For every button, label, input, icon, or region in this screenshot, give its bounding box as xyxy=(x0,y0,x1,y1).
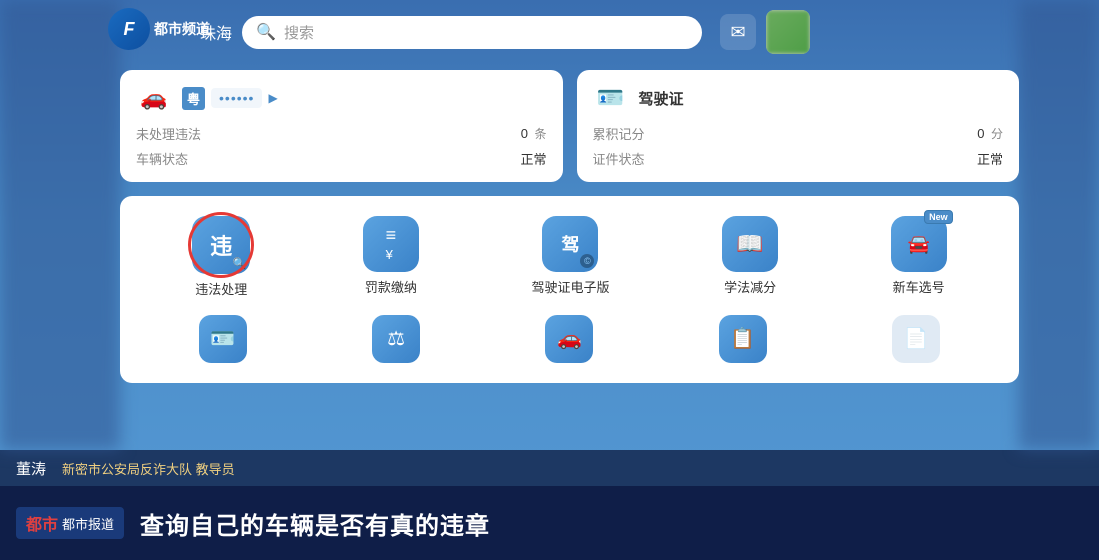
mail-icon[interactable]: ✉ xyxy=(720,14,756,50)
elicense-c-badge: © xyxy=(580,254,594,268)
headline-bar: 都市 都市报道 查询自己的车辆是否有真的违章 xyxy=(0,486,1099,560)
car-icon: 🚗 xyxy=(136,84,172,112)
avatar xyxy=(766,10,810,54)
license-status-value: 正常 xyxy=(977,149,1003,168)
license-status-row: 证件状态 正常 xyxy=(593,149,1004,168)
license-status-label: 证件状态 xyxy=(593,149,645,168)
partial-icon-2: ⚖ xyxy=(372,315,420,363)
func-item-violation[interactable]: 违 🔍 违法处理 xyxy=(192,216,250,299)
func-item-partial-3[interactable]: 🚗 xyxy=(545,315,593,363)
partial-icon-4: 📋 xyxy=(719,315,767,363)
bottom-bar: 董涛 新密市公安局反诈大队 教导员 都市 都市报道 查询自己的车辆是否有真的违章 xyxy=(0,450,1099,560)
violation-icon-text: 违 xyxy=(210,229,232,261)
cards-row: 🚗 粤 •••••• ▶ 未处理违法 0 条 xyxy=(100,70,1039,182)
fine-icon-text: ≡¥ xyxy=(386,226,397,262)
search-bar[interactable]: 🔍 搜索 xyxy=(242,16,702,49)
partial-icon-1: 🪪 xyxy=(199,315,247,363)
header: F 都市频道 珠海 🔍 搜索 ✉ xyxy=(100,0,1039,64)
partial-icon-3: 🚗 xyxy=(545,315,593,363)
func-label-elicense: 驾驶证电子版 xyxy=(531,280,609,297)
func-item-partial-2[interactable]: ⚖ xyxy=(372,315,420,363)
vehicle-status-row: 车辆状态 正常 xyxy=(136,149,547,168)
person-name: 董涛 xyxy=(16,458,46,479)
search-badge-icon: 🔍 xyxy=(233,257,247,270)
function-grid: 违 🔍 违法处理 ≡¥ 罚款缴纳 xyxy=(136,216,1003,299)
vehicle-status-value: 正常 xyxy=(520,149,546,168)
plate-prefix: 粤 xyxy=(182,87,205,110)
func-label-newcar: 新车选号 xyxy=(893,280,945,297)
search-icon: 🔍 xyxy=(256,22,276,42)
func-row-2: 🪪 ⚖ 🚗 📋 xyxy=(136,315,1003,363)
violation-unit: 条 xyxy=(534,127,546,141)
license-card-header: 🪪 驾驶证 xyxy=(593,84,1004,112)
score-row: 累积记分 0 分 xyxy=(593,124,1004,143)
func-label-fine: 罚款缴纳 xyxy=(365,280,417,297)
plate-arrow: ▶ xyxy=(268,91,277,105)
func-label-violation: 违法处理 xyxy=(195,282,247,299)
vehicle-card: 🚗 粤 •••••• ▶ 未处理违法 0 条 xyxy=(120,70,563,182)
func-icon-elicense: 驾 © xyxy=(542,216,598,272)
func-item-fine[interactable]: ≡¥ 罚款缴纳 xyxy=(363,216,419,299)
tv-logo-text: 都市频道 xyxy=(154,21,210,38)
tv-logo-icon: F xyxy=(108,8,150,50)
tv-logo: F 都市频道 xyxy=(108,8,210,50)
avatar-blur xyxy=(766,10,810,54)
headline-text: 查询自己的车辆是否有真的违章 xyxy=(140,506,490,541)
score-label: 累积记分 xyxy=(593,124,645,143)
tv-logo-f-letter: F xyxy=(124,19,135,40)
name-bar: 董涛 新密市公安局反诈大队 教导员 xyxy=(0,450,1099,486)
person-title: 新密市公安局反诈大队 教导员 xyxy=(62,459,235,478)
func-item-partial-4[interactable]: 📋 xyxy=(719,315,767,363)
score-count: 0 xyxy=(977,126,984,141)
func-item-elicense[interactable]: 驾 © 驾驶证电子版 xyxy=(531,216,609,299)
app-container: F 都市频道 珠海 🔍 搜索 ✉ 🚗 粤 xyxy=(0,0,1099,560)
plate-info: 粤 •••••• ▶ xyxy=(182,87,278,110)
func-icon-study: 📖 xyxy=(722,216,778,272)
function-card: 违 🔍 违法处理 ≡¥ 罚款缴纳 xyxy=(120,196,1019,383)
func-item-partial-1[interactable]: 🪪 xyxy=(199,315,247,363)
score-unit: 分 xyxy=(991,127,1003,141)
partial-icon-5: 📄 xyxy=(892,315,940,363)
partial-icon-4-text: 📋 xyxy=(730,326,755,351)
channel-logo-sub: 都市报道 xyxy=(62,514,114,533)
channel-logo: 都市 都市报道 xyxy=(16,507,124,539)
channel-logo-icon: 都市 xyxy=(26,511,58,535)
main-content: F 都市频道 珠海 🔍 搜索 ✉ 🚗 粤 xyxy=(100,0,1039,450)
func-item-partial-5: 📄 xyxy=(892,315,940,363)
license-title: 驾驶证 xyxy=(639,88,684,109)
study-icon-text: 📖 xyxy=(736,231,763,257)
license-icon: 🪪 xyxy=(593,84,629,112)
func-icon-violation-wrapper: 违 🔍 xyxy=(192,216,250,274)
violation-count: 0 xyxy=(521,126,528,141)
func-label-study: 学法减分 xyxy=(724,280,776,297)
func-icon-fine: ≡¥ xyxy=(363,216,419,272)
partial-icon-1-text: 🪪 xyxy=(210,326,235,351)
newcar-icon-text: 🚘 xyxy=(907,234,929,255)
new-badge: New xyxy=(924,210,953,224)
vehicle-status-label: 车辆状态 xyxy=(136,149,188,168)
vehicle-card-header: 🚗 粤 •••••• ▶ xyxy=(136,84,547,112)
violation-label: 未处理违法 xyxy=(136,124,201,143)
violation-row: 未处理违法 0 条 xyxy=(136,124,547,143)
elicense-icon-text: 驾 xyxy=(561,231,579,257)
func-icon-violation: 违 🔍 xyxy=(192,216,250,274)
license-card: 🪪 驾驶证 累积记分 0 分 证件状态 正常 xyxy=(577,70,1020,182)
func-icon-newcar: 🚘 New xyxy=(891,216,947,272)
partial-icon-2-text: ⚖ xyxy=(387,326,405,351)
vehicle-card-rows: 未处理违法 0 条 车辆状态 正常 xyxy=(136,124,547,168)
license-card-rows: 累积记分 0 分 证件状态 正常 xyxy=(593,124,1004,168)
plate-number: •••••• xyxy=(211,88,262,108)
partial-icon-5-text: 📄 xyxy=(904,326,929,351)
func-item-newcar[interactable]: 🚘 New 新车选号 xyxy=(891,216,947,299)
partial-icon-3-text: 🚗 xyxy=(557,326,582,351)
search-placeholder-text: 搜索 xyxy=(284,22,314,43)
func-item-study[interactable]: 📖 学法减分 xyxy=(722,216,778,299)
